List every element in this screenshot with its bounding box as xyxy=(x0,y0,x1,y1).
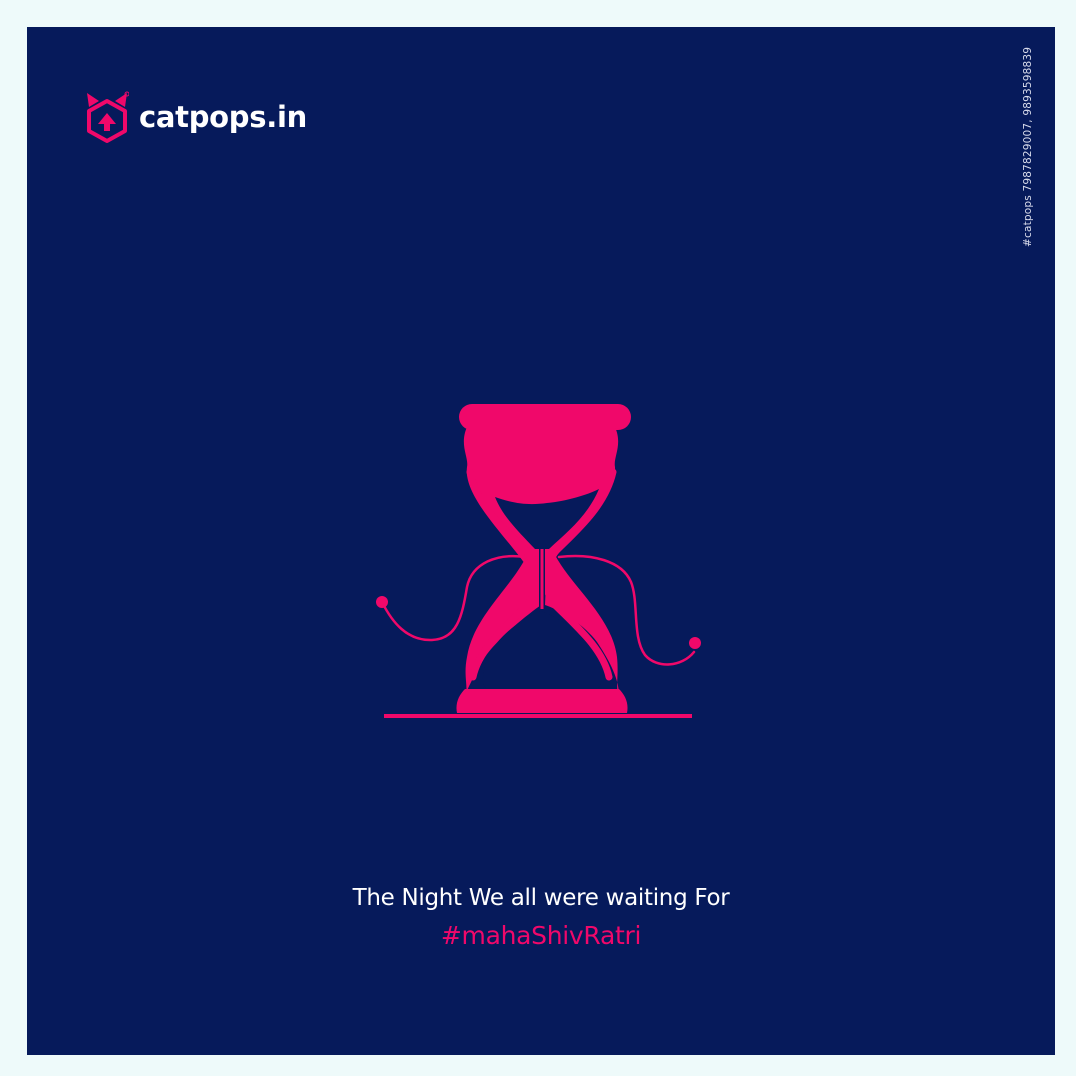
ground-line xyxy=(384,714,692,718)
left-hand xyxy=(376,596,388,608)
hourglass-bottom-cap xyxy=(456,689,628,713)
right-hand xyxy=(689,637,701,649)
caption-text: The Night We all were waiting For xyxy=(352,885,730,911)
poster-canvas: catpops.in #catpops 7987829007, 98935988… xyxy=(27,27,1055,1055)
hashtag-text[interactable]: #mahaShivRatri xyxy=(27,921,1055,950)
hourglass-top-cap xyxy=(459,404,631,430)
